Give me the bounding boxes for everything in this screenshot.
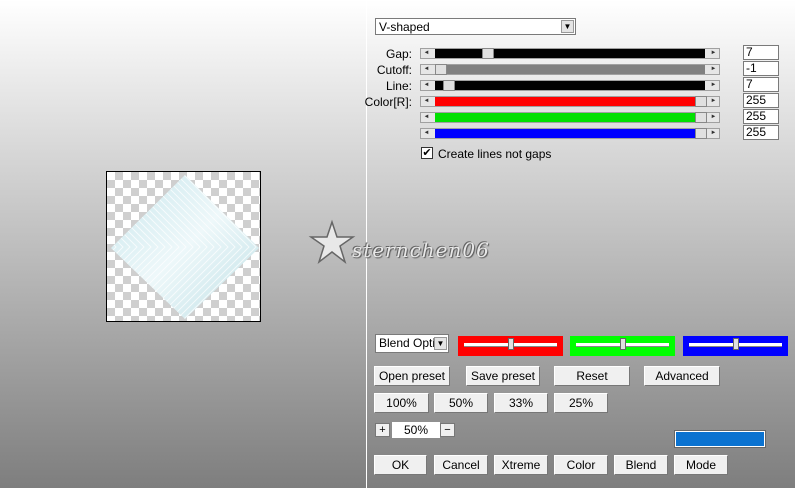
chevron-down-icon[interactable]: ▼ [434,337,447,350]
preview-canvas [106,171,261,322]
star-icon [308,219,356,265]
slider-value-3[interactable]: 255 [743,93,779,108]
xtreme-button[interactable]: Xtreme [494,455,548,475]
create-lines-checkbox[interactable]: ✔ [421,147,433,159]
effect-dropdown-value: V-shaped [379,20,430,34]
zoom-out-button[interactable]: − [440,423,455,437]
arrow-left-icon[interactable]: ◄ [421,65,432,74]
effect-dropdown[interactable]: V-shaped ▼ [375,18,576,35]
arrow-left-icon[interactable]: ◄ [421,49,432,58]
blend-button[interactable]: Blend [614,455,668,475]
blend-options-value: Blend Optio [379,336,434,350]
red-slider-thumb[interactable] [507,338,514,350]
blue-slider[interactable] [683,336,788,356]
slider-label-3: Color[R]: [364,95,412,109]
green-slider[interactable] [570,336,675,356]
preview-pattern [107,172,259,321]
slider-thumb[interactable] [442,80,455,91]
zoom-25-button[interactable]: 25% [554,393,608,413]
slider-4[interactable]: ◄ ► [420,112,720,123]
reset-button[interactable]: Reset [554,366,630,386]
arrow-right-icon[interactable]: ► [708,49,719,58]
slider-value-2[interactable]: 7 [743,77,779,92]
save-preset-button[interactable]: Save preset [466,366,540,386]
arrow-left-icon[interactable]: ◄ [421,81,432,90]
arrow-right-icon[interactable]: ► [708,65,719,74]
slider-thumb[interactable] [695,128,707,139]
slider-fill [435,129,705,138]
zoom-50-button[interactable]: 50% [434,393,488,413]
watermark-text: sternchen06 [352,238,490,262]
cancel-button[interactable]: Cancel [434,455,488,475]
slider-thumb[interactable] [435,64,447,75]
mode-button[interactable]: Mode [674,455,728,475]
arrow-right-icon[interactable]: ► [708,97,719,106]
zoom-33-button[interactable]: 33% [494,393,548,413]
slider-value-5[interactable]: 255 [743,125,779,140]
color-button[interactable]: Color [554,455,608,475]
create-lines-label: Create lines not gaps [438,147,552,161]
advanced-button[interactable]: Advanced [644,366,720,386]
green-slider-thumb[interactable] [619,338,626,350]
slider-fill [435,113,705,122]
slider-fill [435,81,705,90]
v-line [257,175,259,319]
arrow-left-icon[interactable]: ◄ [421,113,432,122]
slider-fill [435,97,705,106]
slider-3[interactable]: ◄ ► [420,96,720,107]
slider-2[interactable]: ◄ ► [420,80,720,91]
slider-label-2: Line: [385,79,412,93]
slider-thumb[interactable] [481,48,494,59]
zoom-in-button[interactable]: + [375,423,390,437]
arrow-right-icon[interactable]: ► [708,113,719,122]
slider-label-1: Cutoff: [376,63,412,77]
slider-0[interactable]: ◄ ► [420,48,720,59]
watermark: sternchen06 [308,218,490,268]
zoom-100-button[interactable]: 100% [374,393,429,413]
slider-fill [435,49,705,58]
arrow-left-icon[interactable]: ◄ [421,97,432,106]
ok-button[interactable]: OK [374,455,427,475]
open-preset-button[interactable]: Open preset [374,366,450,386]
zoom-value: 50% [392,422,440,438]
slider-5[interactable]: ◄ ► [420,128,720,139]
slider-fill [435,65,705,74]
slider-1[interactable]: ◄ ► [420,64,720,75]
color-swatch[interactable] [674,430,766,448]
v-line [107,172,109,321]
slider-value-1[interactable]: -1 [743,61,779,76]
slider-value-4[interactable]: 255 [743,109,779,124]
arrow-right-icon[interactable]: ► [708,81,719,90]
slider-thumb[interactable] [695,112,707,123]
slider-thumb[interactable] [695,96,707,107]
blend-options-dropdown[interactable]: Blend Optio ▼ [375,334,449,353]
slider-label-0: Gap: [385,47,412,61]
arrow-left-icon[interactable]: ◄ [421,129,432,138]
chevron-down-icon[interactable]: ▼ [561,20,574,33]
red-slider[interactable] [458,336,563,356]
arrow-right-icon[interactable]: ► [708,129,719,138]
blue-slider-thumb[interactable] [732,338,739,350]
slider-value-0[interactable]: 7 [743,45,779,60]
